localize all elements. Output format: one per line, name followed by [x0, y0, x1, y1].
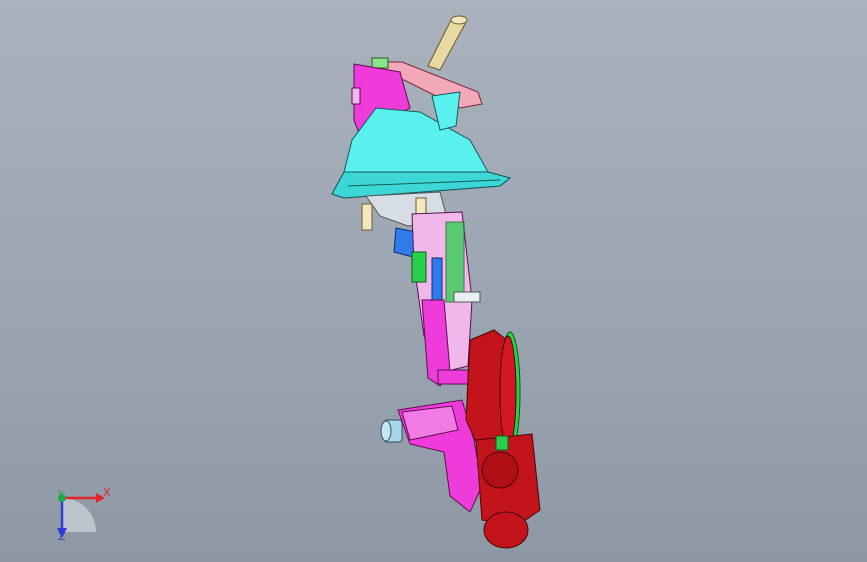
shaft-part[interactable]	[427, 15, 468, 71]
x-axis-label: X	[103, 486, 111, 499]
graphics-viewport[interactable]: X Y Z	[0, 0, 867, 562]
assembly-model[interactable]	[0, 0, 867, 562]
y-axis-label: Y	[58, 490, 64, 500]
z-axis-label: Z	[58, 530, 66, 543]
fitting-part[interactable]	[380, 419, 403, 443]
motor-part[interactable]	[465, 329, 541, 549]
